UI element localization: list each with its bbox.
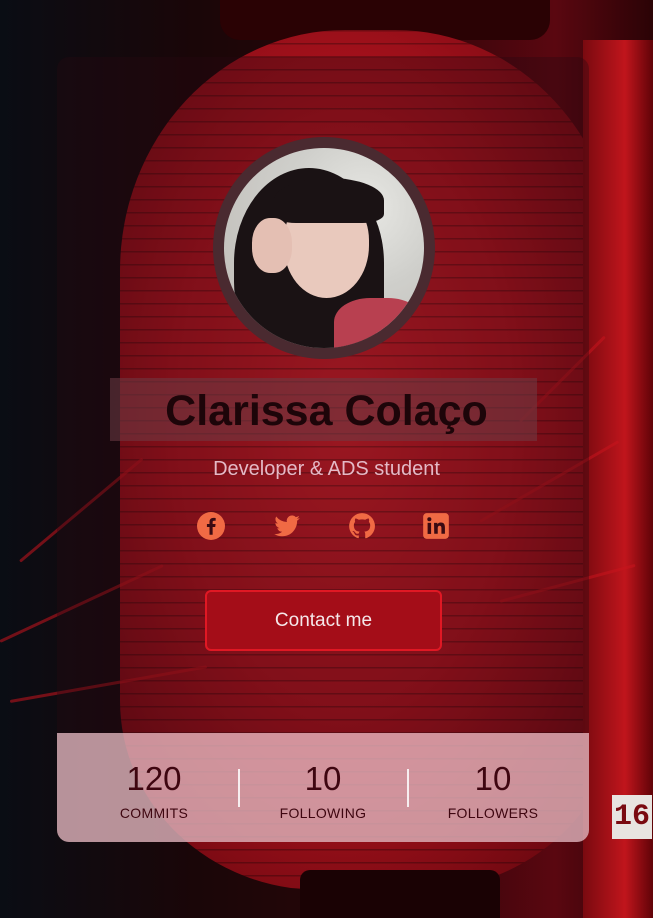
linkedin-icon bbox=[423, 513, 449, 539]
stat-value: 120 bbox=[126, 760, 182, 797]
lantern-base bbox=[300, 870, 500, 918]
contact-me-button[interactable]: Contact me bbox=[205, 590, 442, 651]
social-links bbox=[196, 511, 466, 541]
profile-name: Clarissa Colaço bbox=[165, 387, 488, 435]
linkedin-link[interactable] bbox=[421, 511, 451, 541]
twitter-icon bbox=[274, 515, 300, 537]
twitter-link[interactable] bbox=[272, 511, 302, 541]
avatar bbox=[213, 137, 435, 359]
stat-label: FOLLOWERS bbox=[447, 805, 539, 821]
stats-panel: 120 COMMITS 10 FOLLOWING 10 FOLLOWERS bbox=[57, 733, 589, 842]
stat-followers[interactable]: 10 FOLLOWERS bbox=[408, 733, 578, 842]
stat-label: FOLLOWING bbox=[279, 805, 367, 821]
profile-subtitle: Developer & ADS student bbox=[213, 458, 440, 480]
stat-label: COMMITS bbox=[119, 805, 189, 821]
stat-value: 10 bbox=[304, 760, 342, 797]
post-number-sign: 16 bbox=[612, 795, 652, 839]
github-link[interactable] bbox=[347, 511, 377, 541]
github-icon bbox=[349, 513, 375, 539]
facebook-icon bbox=[197, 512, 225, 540]
stat-following[interactable]: 10 FOLLOWING bbox=[238, 733, 408, 842]
stat-value: 10 bbox=[474, 760, 512, 797]
avatar-photo bbox=[224, 148, 424, 348]
stat-commits[interactable]: 120 COMMITS bbox=[69, 733, 239, 842]
facebook-link[interactable] bbox=[196, 511, 226, 541]
